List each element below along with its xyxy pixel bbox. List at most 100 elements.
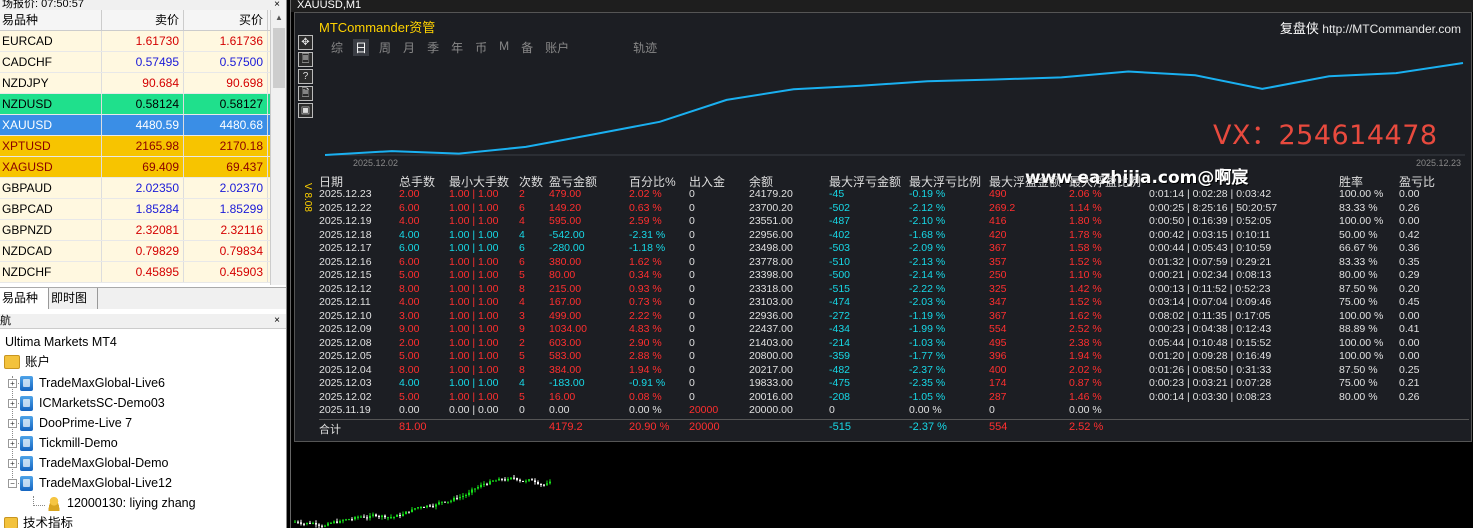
scroll-up-icon[interactable]: ▲ xyxy=(271,10,286,26)
period-tab[interactable]: 备 xyxy=(519,39,535,56)
navigator-close-button[interactable]: × xyxy=(274,315,280,326)
table-row[interactable]: 2025.12.17 6.00 1.00 | 1.00 6 -280.00 -1.18 %… xyxy=(319,242,1469,256)
symbol-row[interactable]: NZDUSD 0.58124 0.58127 xyxy=(0,94,270,115)
period-tab[interactable]: 月 xyxy=(401,39,417,56)
candle-body xyxy=(486,483,488,485)
table-row[interactable]: 2025.12.10 3.00 1.00 | 1.00 3 499.00 2.22 % 0 2… xyxy=(319,310,1469,324)
expand-icon[interactable]: + xyxy=(8,418,17,428)
account-item[interactable]: + DooPrime-Live 7 xyxy=(8,413,132,433)
table-cell: 269.2 xyxy=(989,201,1016,214)
symbol-row[interactable]: NZDCAD 0.79829 0.79834 xyxy=(0,241,270,262)
candle-body xyxy=(543,484,545,486)
account-item[interactable]: + ICMarketsSC-Demo03 xyxy=(8,393,165,413)
table-cell: 0 xyxy=(689,282,695,295)
expand-icon[interactable]: − xyxy=(8,478,17,488)
account-item[interactable]: − TradeMaxGlobal-Live12 xyxy=(8,473,172,493)
table-cell: 0:00:21 | 0:02:34 | 0:08:13 xyxy=(1149,269,1272,281)
table-cell: 0 xyxy=(689,255,695,268)
symbol-row[interactable]: CADCHF 0.57495 0.57500 xyxy=(0,52,270,73)
scroll-thumb[interactable] xyxy=(273,28,285,88)
bid-price: 0.45895 xyxy=(102,262,184,282)
symbol-row[interactable]: XAUUSD 4480.59 4480.68 xyxy=(0,115,270,136)
table-row[interactable]: 2025.12.19 4.00 1.00 | 1.00 4 595.00 2.59 % 0 2… xyxy=(319,215,1469,229)
notes-icon[interactable]: 🗎 xyxy=(298,86,313,101)
bid-price: 4480.59 xyxy=(102,115,184,135)
accounts-label: 账户 xyxy=(25,355,51,369)
tab-tick-chart[interactable]: 即时图 xyxy=(49,288,99,309)
table-row[interactable]: 2025.12.15 5.00 1.00 | 1.00 5 80.00 0.34 % 0 23… xyxy=(319,269,1469,283)
table-cell: -1.68 % xyxy=(909,228,946,241)
symbol-row[interactable]: EURCAD 1.61730 1.61736 xyxy=(0,31,270,52)
brand-url[interactable]: http://MTCommander.com xyxy=(1322,22,1461,36)
symbol-row[interactable]: GBPCAD 1.85284 1.85299 xyxy=(0,199,270,220)
period-tab[interactable]: 综 xyxy=(329,39,345,56)
period-tab[interactable]: 季 xyxy=(425,39,441,56)
column-header-bid[interactable]: 卖价 xyxy=(102,10,184,30)
period-tab[interactable]: 周 xyxy=(377,39,393,56)
symbol-row[interactable]: NZDJPY 90.684 90.698 xyxy=(0,73,270,94)
symbol-name: GBPCAD xyxy=(0,199,102,219)
symbol-row[interactable]: NZDCHF 0.45895 0.45903 xyxy=(0,262,270,283)
symbol-row[interactable]: GBPAUD 2.02350 2.02370 xyxy=(0,178,270,199)
table-row[interactable]: 2025.12.23 2.00 1.00 | 1.00 2 479.00 2.02 % 0 2… xyxy=(319,188,1469,202)
symbol-row[interactable]: GBPNZD 2.32081 2.32116 xyxy=(0,220,270,241)
table-cell: 2.38 % xyxy=(1069,336,1102,349)
table-row[interactable]: 2025.11.19 0.00 0.00 | 0.00 0 0.00 0.00 % 2000… xyxy=(319,404,1469,418)
table-cell: 4.00 xyxy=(399,296,420,308)
table-row[interactable]: 2025.12.05 5.00 1.00 | 1.00 5 583.00 2.88 % 0 2… xyxy=(319,350,1469,364)
candle-body xyxy=(471,489,473,493)
table-cell: -482 xyxy=(829,363,851,376)
period-tab[interactable]: 币 xyxy=(473,39,489,56)
navigator-root[interactable]: Ultima Markets MT4 xyxy=(5,332,117,352)
table-row[interactable]: 2025.12.03 4.00 1.00 | 1.00 4 -183.00 -0.91 %… xyxy=(319,377,1469,391)
table-cell: 1.00 | 1.00 xyxy=(449,390,499,403)
table-row[interactable]: 2025.12.12 8.00 1.00 | 1.00 8 215.00 0.93 % 0 2… xyxy=(319,283,1469,297)
period-tab[interactable]: 日 xyxy=(353,39,370,56)
symbol-row[interactable]: XAGUSD 69.409 69.437 xyxy=(0,157,270,178)
chart-window[interactable]: XAUUSD,M1 ✥ 🗏 ? 🗎 ▣ V 8.08 MTCommander资管… xyxy=(290,0,1473,528)
candle-body xyxy=(480,484,482,488)
table-row[interactable]: 2025.12.08 2.00 1.00 | 1.00 2 603.00 2.90 % 0 2… xyxy=(319,337,1469,351)
expand-icon[interactable]: + xyxy=(8,458,17,468)
table-cell: 4.00 xyxy=(399,377,420,389)
candle-body xyxy=(498,478,500,481)
table-row[interactable]: 2025.12.02 5.00 1.00 | 1.00 5 16.00 0.08 % 0 20… xyxy=(319,391,1469,405)
table-cell: 75.00 % xyxy=(1339,296,1378,308)
indicators-folder[interactable]: 技术指标 xyxy=(4,513,73,528)
document-icon[interactable]: 🗏 xyxy=(298,52,313,67)
tab-symbols[interactable]: 易品种 xyxy=(0,288,50,309)
expand-icon[interactable]: + xyxy=(8,398,17,408)
table-cell: 0.42 xyxy=(1399,228,1420,241)
table-cell: 1.00 | 1.00 xyxy=(449,309,499,322)
expand-icon[interactable]: + xyxy=(8,378,17,388)
account-item[interactable]: + Tickmill-Demo xyxy=(8,433,118,453)
table-cell: 5.00 xyxy=(399,350,420,362)
candle-body xyxy=(408,511,410,513)
table-row[interactable]: 2025.12.09 9.00 1.00 | 1.00 9 1034.00 4.83 % 0… xyxy=(319,323,1469,337)
period-tab[interactable]: 轨迹 xyxy=(631,39,659,56)
column-header-ask[interactable]: 买价 xyxy=(184,10,268,30)
accounts-folder[interactable]: 账户 xyxy=(4,352,50,372)
help-icon[interactable]: ? xyxy=(298,69,313,84)
table-cell: 0.00 xyxy=(1399,188,1420,200)
sub-account-item[interactable]: 12000130: liying zhang xyxy=(47,493,196,513)
period-tab[interactable]: 账户 xyxy=(543,39,571,56)
table-row[interactable]: 2025.12.18 4.00 1.00 | 1.00 4 -542.00 -2.31 %… xyxy=(319,229,1469,243)
move-icon[interactable]: ✥ xyxy=(298,35,313,50)
symbol-row[interactable]: XPTUSD 2165.98 2170.18 xyxy=(0,136,270,157)
column-header-symbol[interactable]: 易品种 xyxy=(0,10,102,30)
table-row[interactable]: 2025.12.11 4.00 1.00 | 1.00 4 167.00 0.73 % 0 2… xyxy=(319,296,1469,310)
period-tab[interactable]: 年 xyxy=(449,39,465,56)
table-row[interactable]: 2025.12.16 6.00 1.00 | 1.00 6 380.00 1.62 % 0 2… xyxy=(319,256,1469,270)
market-watch-scrollbar[interactable]: ▲ xyxy=(270,10,286,285)
table-row[interactable]: 2025.12.04 8.00 1.00 | 1.00 8 384.00 1.94 % 0 2… xyxy=(319,364,1469,378)
account-item[interactable]: + TradeMaxGlobal-Live6 xyxy=(8,373,165,393)
brand-name[interactable]: 复盘侠 xyxy=(1280,21,1319,36)
window-icon[interactable]: ▣ xyxy=(298,103,313,118)
account-item[interactable]: + TradeMaxGlobal-Demo xyxy=(8,453,168,473)
period-tab[interactable]: M xyxy=(497,39,511,56)
ask-price: 2.02370 xyxy=(184,178,268,198)
market-watch-close-button[interactable]: × xyxy=(274,0,280,10)
table-row[interactable]: 2025.12.22 6.00 1.00 | 1.00 6 149.20 0.63 % 0 2… xyxy=(319,202,1469,216)
expand-icon[interactable]: + xyxy=(8,438,17,448)
